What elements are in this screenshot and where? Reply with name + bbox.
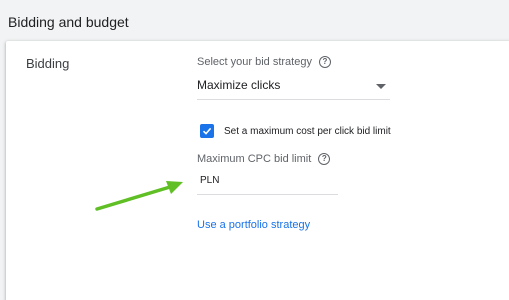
help-icon[interactable]: ? xyxy=(318,56,331,68)
portfolio-strategy-link[interactable]: Use a portfolio strategy xyxy=(197,219,310,231)
bidding-label: Bidding xyxy=(26,56,70,71)
max-cpc-checkbox-label: Set a maximum cost per click bid limit xyxy=(224,125,391,137)
max-cpc-input[interactable]: PLN xyxy=(197,168,338,195)
section-header: Bidding and budget xyxy=(0,0,509,41)
dropdown-arrow-icon xyxy=(376,84,386,89)
currency-label: PLN xyxy=(200,175,220,186)
bidding-budget-panel: Bidding and budget Bidding Select your b… xyxy=(0,0,509,300)
max-cpc-checkbox[interactable] xyxy=(200,124,214,138)
bid-strategy-dropdown[interactable]: Maximize clicks xyxy=(197,74,390,100)
bid-strategy-label: Select your bid strategy xyxy=(197,56,312,68)
bid-strategy-label-row: Select your bid strategy ? xyxy=(197,56,331,68)
bidding-card: Bidding Select your bid strategy ? Maxim… xyxy=(6,41,509,300)
max-cpc-label: Maximum CPC bid limit xyxy=(197,153,312,165)
max-cpc-label-row: Maximum CPC bid limit ? xyxy=(197,153,331,165)
bid-strategy-selected-value: Maximize clicks xyxy=(197,78,281,92)
help-icon[interactable]: ? xyxy=(318,153,331,165)
checkmark-icon xyxy=(202,127,212,135)
section-title: Bidding and budget xyxy=(8,14,129,30)
max-cpc-checkbox-row[interactable]: Set a maximum cost per click bid limit xyxy=(200,124,391,138)
